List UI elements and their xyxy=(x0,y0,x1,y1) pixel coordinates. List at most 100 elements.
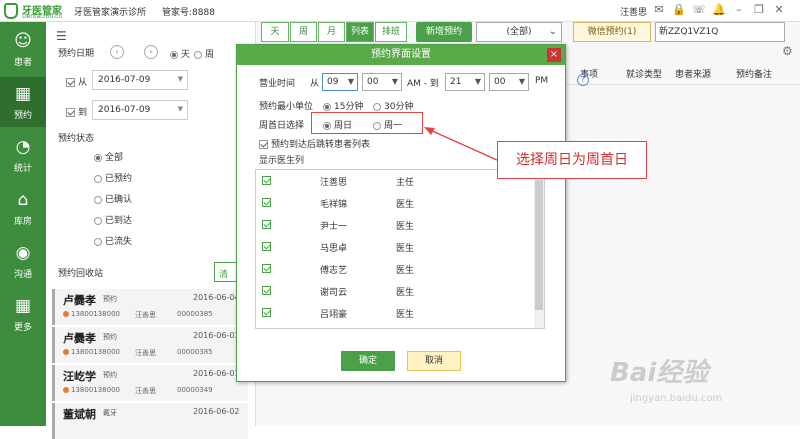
checkbox-icon[interactable] xyxy=(262,220,271,229)
tab-1[interactable]: 周 xyxy=(290,22,317,42)
menu-icon[interactable]: ☰ xyxy=(56,29,67,43)
person-icon: ☺ xyxy=(14,31,32,51)
radio-icon xyxy=(94,174,102,183)
scrollbar-thumb[interactable] xyxy=(535,180,543,310)
tab-2[interactable]: 月 xyxy=(318,22,345,42)
doctor-row[interactable]: 尹梓余医生 xyxy=(256,324,544,328)
close-icon[interactable]: ✕ xyxy=(772,3,786,17)
from-date-field[interactable]: 2016-07-09 ▼ xyxy=(92,70,188,90)
end-minute-select[interactable]: 00 ▼ xyxy=(489,73,529,91)
doctor-title: 医生 xyxy=(396,222,415,232)
unit-15-option[interactable]: 15分钟 xyxy=(323,99,363,112)
doctor-row[interactable]: 尹士一 医生 xyxy=(256,214,544,236)
message-icon[interactable]: ✉ xyxy=(652,3,666,17)
view-day-option[interactable]: 天 xyxy=(170,47,190,60)
cancel-button[interactable]: 取消 xyxy=(407,351,461,371)
chevron-down-icon: ▼ xyxy=(518,77,525,86)
user-name[interactable]: 汪善思 xyxy=(620,5,647,18)
checkbox-icon[interactable] xyxy=(262,264,271,273)
doctor-title: 医生 xyxy=(396,200,415,210)
nav-item-label: 患者 xyxy=(13,58,32,68)
chevron-down-icon: ▼ xyxy=(391,77,398,86)
to-label: 到 xyxy=(78,108,88,118)
doctor-list: 汪善思主任毛祥锦医生尹士一医生马思卓医生傅志艺医生谢司云医生吕翊豪医生尹梓余医生 xyxy=(255,169,545,329)
checkbox-icon xyxy=(66,78,75,87)
close-icon[interactable]: × xyxy=(547,48,561,62)
person-icon xyxy=(63,349,69,355)
checkbox-icon[interactable] xyxy=(262,308,271,317)
doctor-row[interactable]: 谢司云 医生 xyxy=(256,280,544,302)
recycle-card[interactable]: 汪屹学 预约 2016-06-01 13800138000 汪善思 00000349 xyxy=(52,365,248,401)
checkbox-icon[interactable] xyxy=(262,198,271,207)
logo-subtext: Dental360.cn xyxy=(22,13,63,20)
dialog-title: 预约界面设置 xyxy=(237,45,565,65)
checkbox-icon[interactable] xyxy=(262,242,271,251)
doctor-name: 吕翊豪 xyxy=(320,310,348,320)
tooth-logo-icon xyxy=(4,3,18,19)
status-label: 已到达 xyxy=(105,216,133,226)
pm-label: PM xyxy=(535,76,549,86)
nav-item-5[interactable]: ▦ 更多 xyxy=(0,289,46,339)
card-phone: 13800138000 xyxy=(63,386,120,394)
nav-item-1[interactable]: ▦ 预约 xyxy=(0,77,46,127)
wechat-appointment-button[interactable]: 微信预约(1) xyxy=(573,22,651,42)
checkbox-icon[interactable] xyxy=(262,176,271,185)
minimize-icon[interactable]: – xyxy=(732,3,746,17)
start-minute-select[interactable]: 00 ▼ xyxy=(362,73,402,91)
radio-icon xyxy=(323,102,331,111)
nav-item-0[interactable]: ☺ 患者 xyxy=(0,24,46,74)
nav-item-3[interactable]: ⌂ 库房 xyxy=(0,183,46,233)
view-week-option[interactable]: 周 xyxy=(194,47,214,60)
search-input[interactable]: 新ZZQ1VZ1Q xyxy=(655,22,785,42)
next-date-button[interactable]: › xyxy=(144,45,158,59)
from-label: 从 xyxy=(78,78,88,88)
chevron-down-icon: ▼ xyxy=(474,77,481,86)
prev-date-button[interactable]: ‹ xyxy=(110,45,124,59)
tab-3[interactable]: 列表 xyxy=(346,22,374,42)
recycle-card[interactable]: 卢爨孝 预约 2016-06-04 13800138000 汪善思 00000385 xyxy=(52,289,248,325)
status-option[interactable]: 已确认 xyxy=(94,192,132,205)
status-option[interactable]: 已流失 xyxy=(94,234,132,247)
tab-4[interactable]: 排班 xyxy=(375,22,407,42)
tab-0[interactable]: 天 xyxy=(261,22,289,42)
to-checkbox[interactable]: 到 xyxy=(66,105,87,118)
nav-item-label: 统计 xyxy=(13,164,32,174)
gear-icon[interactable]: ⚙ xyxy=(782,44,793,58)
radio-icon xyxy=(373,102,381,111)
restore-icon[interactable]: ❐ xyxy=(752,3,766,17)
doctor-filter-select[interactable]: (全部) ⌄ xyxy=(476,22,562,42)
recycle-card[interactable]: 卢爨孝 预约 2016-06-03 13800138000 汪善思 00000385 xyxy=(52,327,248,363)
status-option[interactable]: 已到达 xyxy=(94,213,132,226)
status-option[interactable]: 全部 xyxy=(94,150,123,163)
recycle-card[interactable]: 董斌朝 戴牙 2016-06-02 xyxy=(52,403,248,439)
phone-number: 13800138000 xyxy=(71,386,120,394)
phone-icon[interactable]: ☏ xyxy=(692,3,706,17)
doctor-title: 医生 xyxy=(396,310,415,320)
nav-item-2[interactable]: ◔ 统计 xyxy=(0,130,46,180)
ok-button[interactable]: 确定 xyxy=(341,351,395,371)
nav-item-4[interactable]: ◉ 沟通 xyxy=(0,236,46,286)
lock-icon[interactable]: 🔒 xyxy=(672,3,686,17)
start-hour-select[interactable]: 09 ▼ xyxy=(322,73,358,91)
appointment-filter-panel: ☰ 预约日期 ‹ › 天 周 从 2016-07-09 ▼ 到 2016-07-0… xyxy=(46,22,256,439)
arrow-line xyxy=(429,129,498,161)
doctor-row[interactable]: 傅志艺 医生 xyxy=(256,258,544,280)
from-checkbox[interactable]: 从 xyxy=(66,75,87,88)
new-appointment-button[interactable]: 新增预约 xyxy=(416,22,472,42)
jump-to-patient-checkbox[interactable]: 预约到达后跳转患者列表 xyxy=(259,137,370,150)
bell-icon[interactable]: 🔔 xyxy=(712,3,726,17)
doctor-row[interactable]: 马思卓 医生 xyxy=(256,236,544,258)
watermark-url: jingyan.baidu.com xyxy=(630,393,723,404)
scrollbar[interactable] xyxy=(534,170,544,328)
appointment-settings-dialog: 预约界面设置 × 营业时间 从 09 ▼ 00 ▼ AM - 到 21 ▼ 00 ▼ P… xyxy=(236,44,589,382)
unit-30-option[interactable]: 30分钟 xyxy=(373,99,413,112)
end-hour-select[interactable]: 21 ▼ xyxy=(445,73,485,91)
to-date-field[interactable]: 2016-07-09 ▼ xyxy=(92,100,188,120)
column-header: 就诊类型 xyxy=(626,70,663,80)
status-option[interactable]: 已预约 xyxy=(94,171,132,184)
checkbox-icon[interactable] xyxy=(262,286,271,295)
recycle-bin-label: 预约回收站 xyxy=(58,269,104,279)
doctor-row[interactable]: 吕翊豪 医生 xyxy=(256,302,544,324)
help-icon[interactable]: ? xyxy=(577,74,589,86)
doctor-row[interactable]: 毛祥锦 医生 xyxy=(256,192,544,214)
